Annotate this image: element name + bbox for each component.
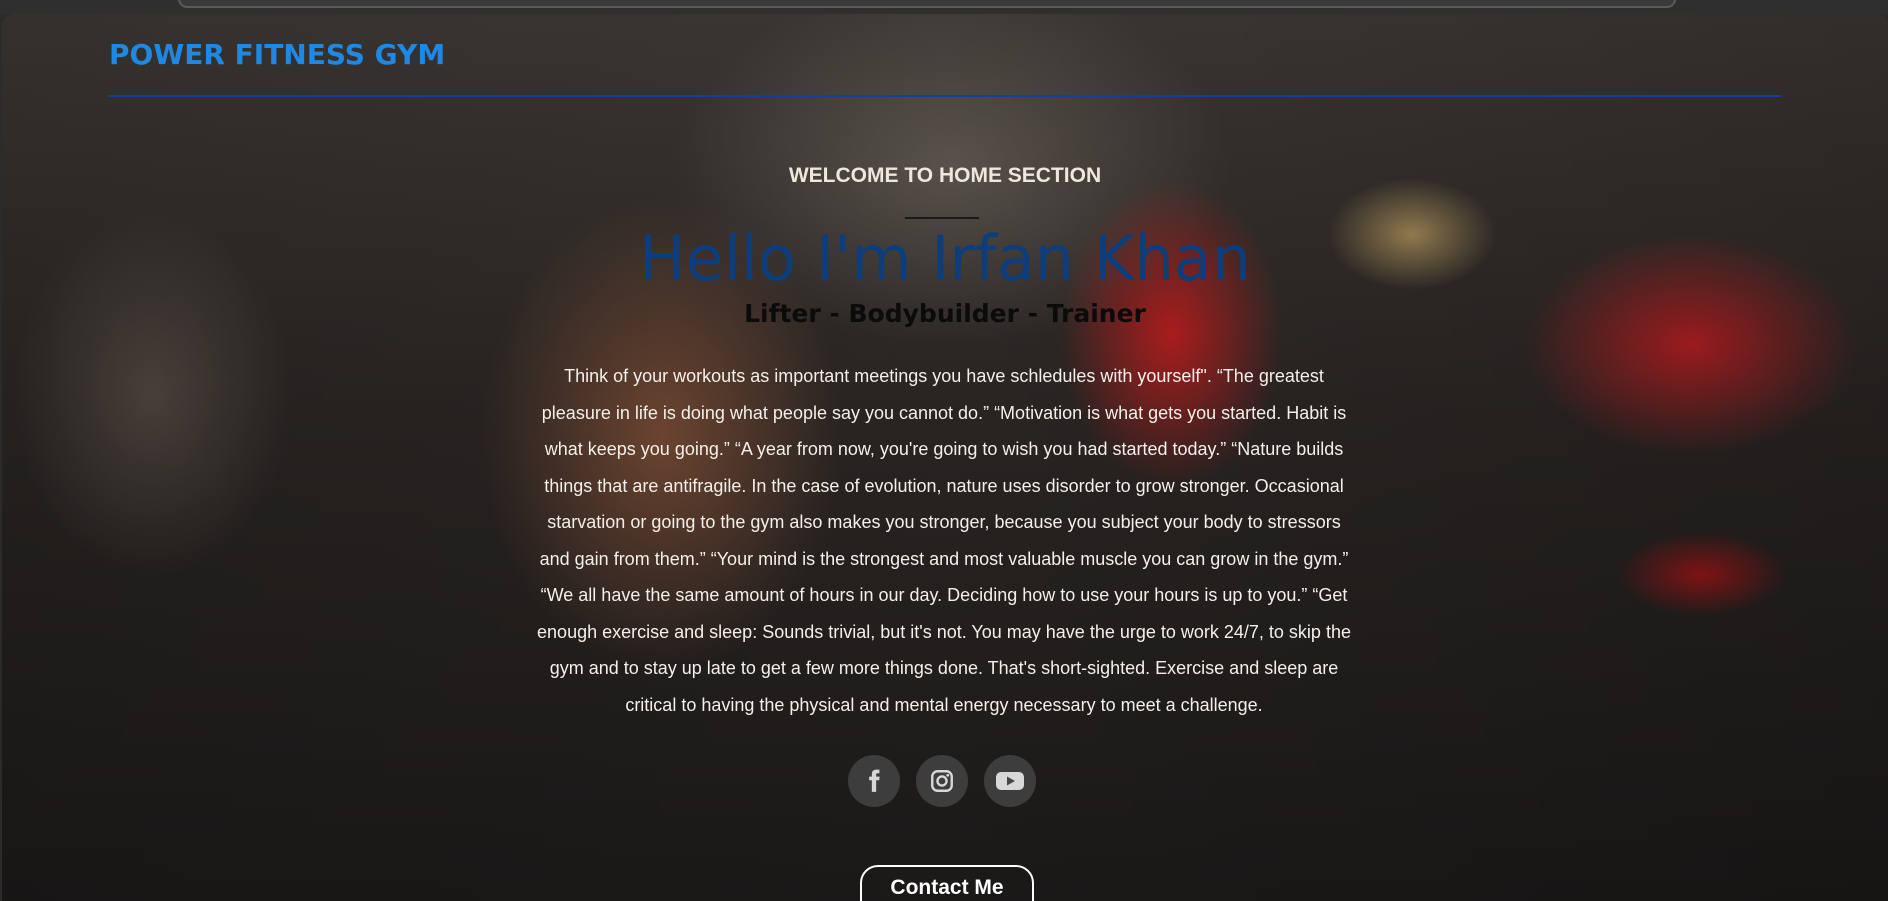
address-bar[interactable]: [178, 0, 1676, 8]
section-eyebrow: WELCOME TO HOME SECTION: [788, 164, 1102, 187]
social-links: [848, 755, 1036, 811]
brand-logo[interactable]: POWER FITNESS GYM: [109, 38, 445, 71]
browser-top-bar: [0, 0, 1888, 14]
hero-quote: Think of your workouts as important meet…: [537, 366, 1351, 715]
instagram-icon: [931, 770, 953, 792]
eyebrow-underline: [905, 217, 979, 219]
facebook-icon: [869, 769, 880, 792]
contact-me-button[interactable]: Contact Me: [860, 865, 1034, 901]
instagram-link[interactable]: [916, 755, 968, 807]
home-section: POWER FITNESS GYM WELCOME TO HOME SECTIO…: [2, 14, 1888, 901]
youtube-icon: [996, 772, 1024, 790]
youtube-link[interactable]: [984, 755, 1036, 807]
facebook-link[interactable]: [848, 755, 900, 807]
hero-headline: Hello I'm Irfan Khan: [638, 222, 1252, 295]
hero-roles: Lifter - Bodybuilder - Trainer: [744, 299, 1146, 328]
header-divider: [109, 95, 1781, 97]
